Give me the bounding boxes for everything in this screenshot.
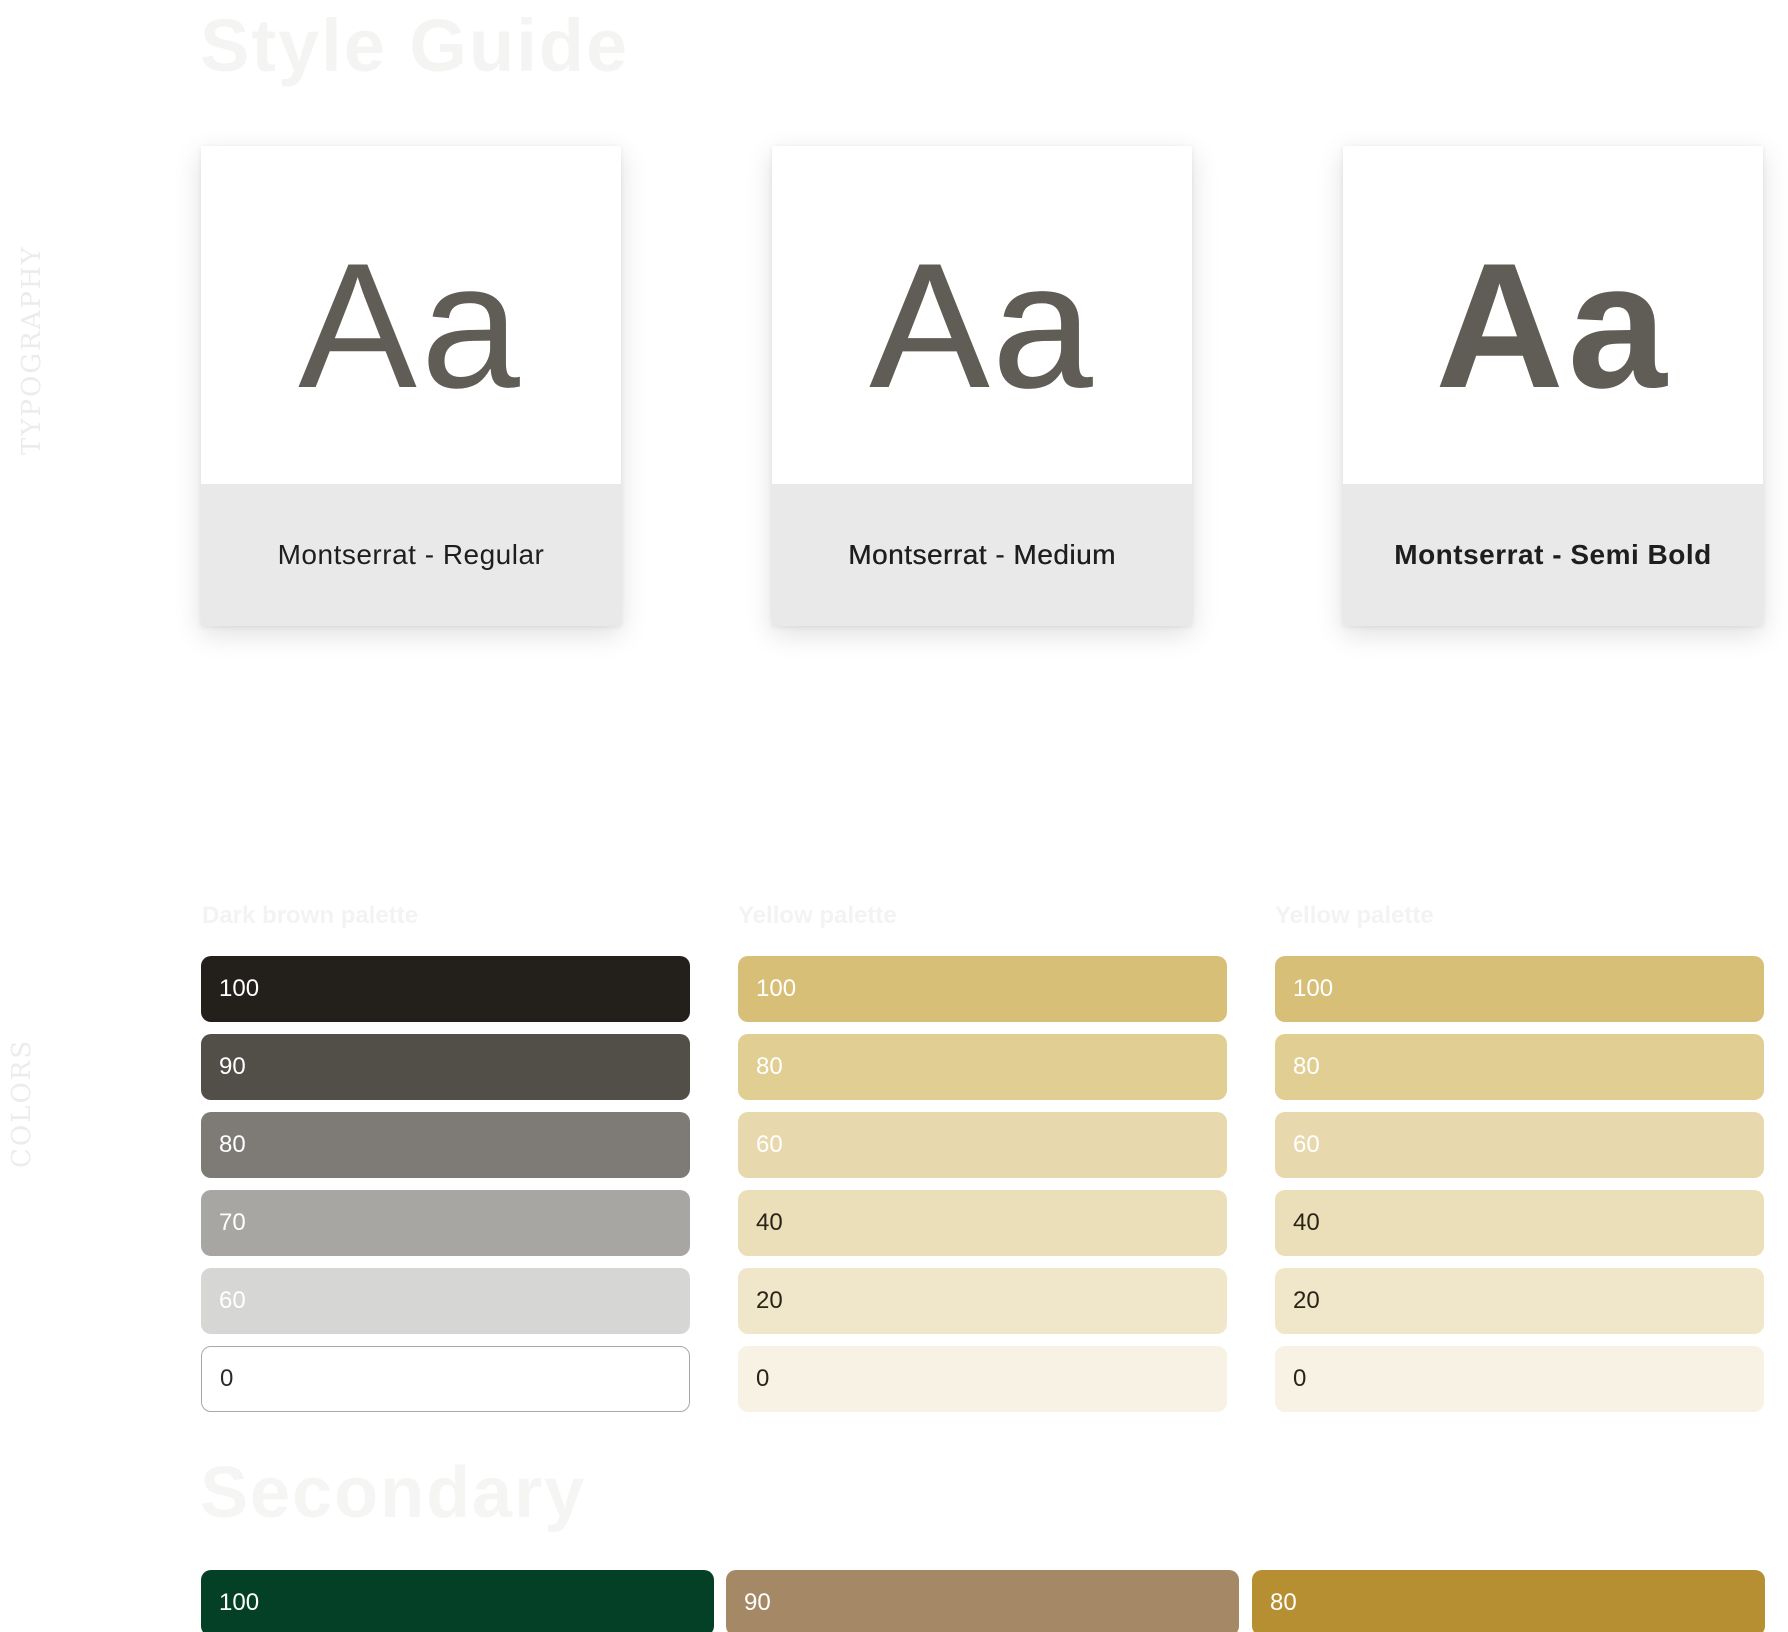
- color-swatch-label: 60: [219, 1287, 246, 1314]
- color-swatch-label: 90: [219, 1053, 246, 1080]
- color-swatch: 40: [1275, 1190, 1764, 1256]
- color-swatch-label: 70: [219, 1209, 246, 1236]
- color-swatch: 90: [201, 1034, 690, 1100]
- color-swatch-label: 20: [756, 1287, 783, 1314]
- font-sample-semibold: Aa: [1435, 225, 1671, 425]
- font-label-regular: Montserrat - Regular: [201, 484, 621, 626]
- color-swatch: 80: [1275, 1034, 1764, 1100]
- font-sample-regular: Aa: [298, 225, 524, 425]
- color-swatch-label: 60: [756, 1131, 783, 1158]
- color-swatch-label: 100: [219, 975, 260, 1002]
- color-swatch-label: 0: [220, 1365, 234, 1392]
- color-swatch: 100: [1275, 956, 1764, 1022]
- color-swatch-label: 0: [756, 1365, 770, 1392]
- section-label-typography: TYPOGRAPHY: [17, 245, 47, 455]
- color-swatch: 0: [738, 1346, 1227, 1412]
- color-swatch-label: 80: [1293, 1053, 1320, 1080]
- font-sample-medium: Aa: [869, 225, 1095, 425]
- page-title: Style Guide: [200, 4, 630, 87]
- color-swatch: 0: [1275, 1346, 1764, 1412]
- palette-title-yellow-2: Yellow palette: [1275, 902, 1434, 929]
- secondary-swatch-label: 90: [744, 1589, 771, 1616]
- color-swatch: 80: [201, 1112, 690, 1178]
- secondary-swatch-label: 80: [1270, 1589, 1297, 1616]
- color-swatch: 100: [738, 956, 1227, 1022]
- palette-title-yellow: Yellow palette: [738, 902, 897, 929]
- color-swatch: 70: [201, 1190, 690, 1256]
- color-swatch: 0: [201, 1346, 690, 1412]
- color-swatch-label: 100: [1293, 975, 1334, 1002]
- color-swatch: 80: [738, 1034, 1227, 1100]
- color-swatch: 60: [201, 1268, 690, 1334]
- color-swatch: 20: [1275, 1268, 1764, 1334]
- font-card-semibold: Aa Montserrat - Semi Bold: [1343, 146, 1763, 626]
- color-swatch: 20: [738, 1268, 1227, 1334]
- font-card-medium: Aa Montserrat - Medium: [772, 146, 1192, 626]
- font-card-regular: Aa Montserrat - Regular: [201, 146, 621, 626]
- secondary-swatch: 90: [726, 1570, 1239, 1632]
- section-label-colors: COLORS: [7, 1038, 37, 1168]
- color-swatch-label: 0: [1293, 1365, 1307, 1392]
- font-label-semibold: Montserrat - Semi Bold: [1343, 484, 1763, 626]
- color-swatch-label: 60: [1293, 1131, 1320, 1158]
- color-swatch-label: 20: [1293, 1287, 1320, 1314]
- palette-title-dark-brown: Dark brown palette: [202, 902, 419, 929]
- color-swatch: 40: [738, 1190, 1227, 1256]
- color-swatch: 60: [1275, 1112, 1764, 1178]
- color-swatch-label: 40: [756, 1209, 783, 1236]
- secondary-swatch-label: 100: [219, 1589, 260, 1616]
- secondary-title: Secondary: [200, 1453, 587, 1533]
- color-swatch-label: 80: [756, 1053, 783, 1080]
- secondary-swatch: 100: [201, 1570, 714, 1632]
- color-swatch-label: 100: [756, 975, 797, 1002]
- color-swatch-label: 40: [1293, 1209, 1320, 1236]
- secondary-swatch: 80: [1252, 1570, 1765, 1632]
- color-swatch: 60: [738, 1112, 1227, 1178]
- color-swatch-label: 80: [219, 1131, 246, 1158]
- color-swatch: 100: [201, 956, 690, 1022]
- font-label-medium: Montserrat - Medium: [772, 484, 1192, 626]
